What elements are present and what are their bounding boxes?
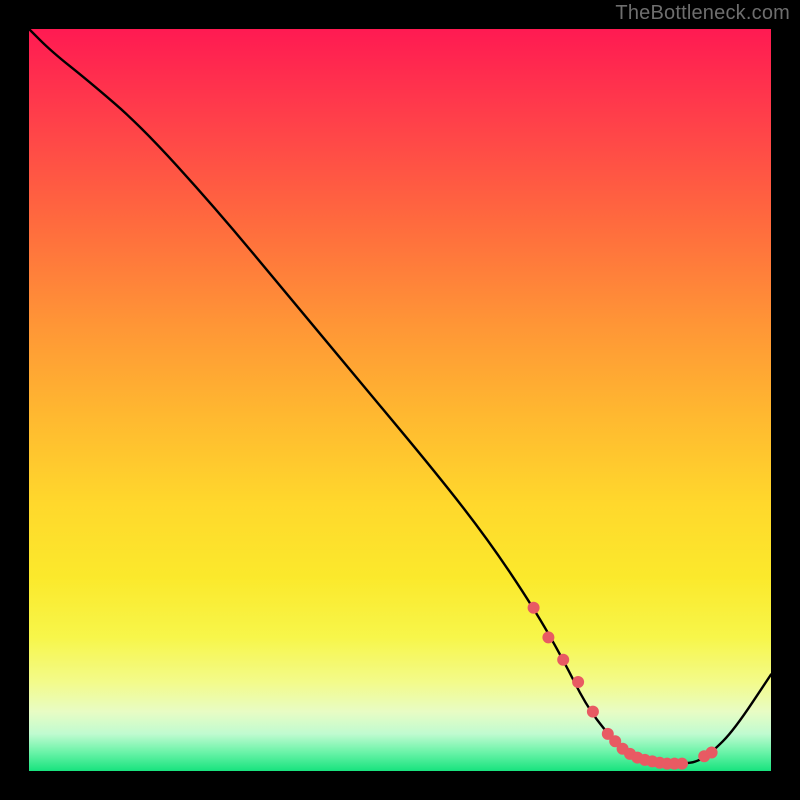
chart-container: TheBottleneck.com — [0, 0, 800, 800]
highlight-dot — [706, 747, 717, 758]
curve-svg — [29, 29, 771, 771]
bottleneck-curve — [29, 29, 771, 764]
highlight-dot — [543, 632, 554, 643]
highlight-dot — [558, 654, 569, 665]
highlight-dot — [587, 706, 598, 717]
plot-area — [29, 29, 771, 771]
highlight-dot — [573, 677, 584, 688]
highlight-dot — [528, 602, 539, 613]
highlight-dots — [528, 602, 717, 769]
attribution-text: TheBottleneck.com — [615, 2, 790, 25]
highlight-dot — [677, 758, 688, 769]
